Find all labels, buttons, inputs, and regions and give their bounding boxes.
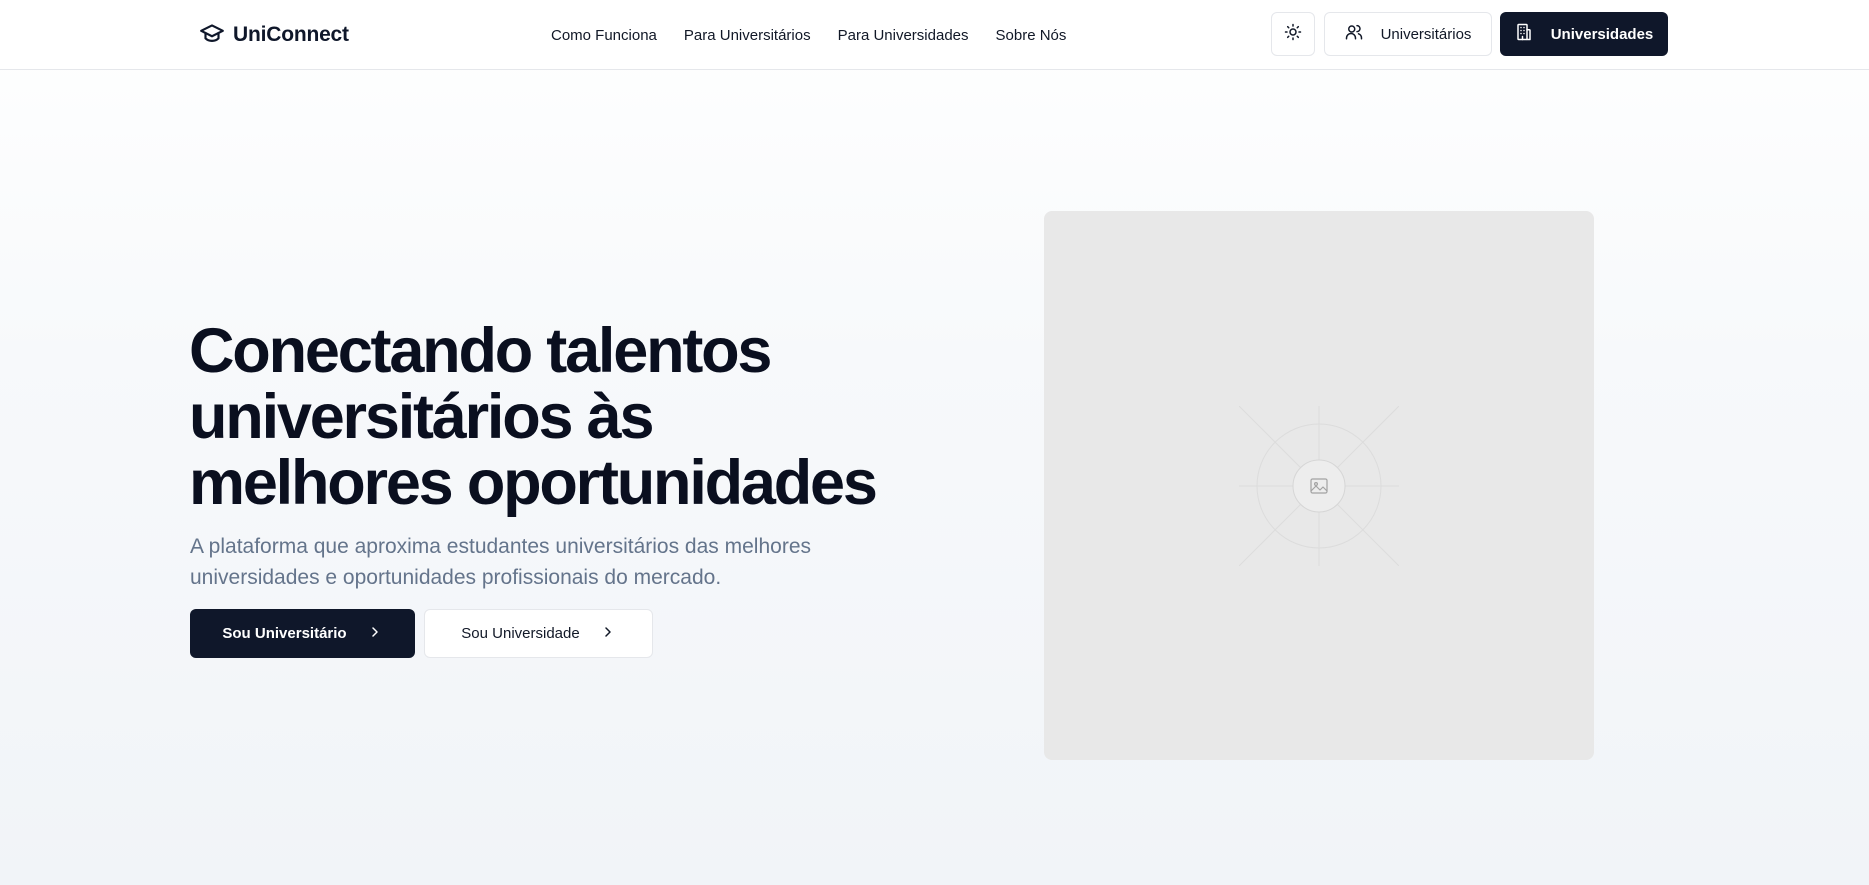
nav-para-universitarios[interactable]: Para Universitários xyxy=(684,27,811,44)
site-header: UniConnect Como Funciona Para Universitá… xyxy=(0,0,1869,70)
universities-login-label: Universidades xyxy=(1550,25,1654,43)
universities-login-button[interactable]: Universidades xyxy=(1500,12,1668,56)
users-icon xyxy=(1345,23,1363,45)
main-nav: Como Funciona Para Universitários Para U… xyxy=(551,22,1066,48)
hero-title-line-2: universitários às xyxy=(189,382,655,452)
hero-title-line-1: Conectando talentos xyxy=(189,316,772,386)
hero-image-placeholder xyxy=(1044,211,1594,760)
hero-title-line-3: melhores oportunidades xyxy=(189,448,878,518)
chevron-right-icon xyxy=(367,624,383,644)
hero-title: Conectando talentos universitários às me… xyxy=(189,318,909,516)
graduation-cap-icon xyxy=(199,20,225,51)
chevron-right-icon xyxy=(600,624,616,644)
students-login-label: Universitários xyxy=(1380,25,1472,43)
image-icon xyxy=(1239,406,1399,566)
logo[interactable]: UniConnect xyxy=(199,20,349,50)
nav-sobre-nos[interactable]: Sobre Nós xyxy=(996,27,1067,44)
hero-subtitle: A plataforma que aproxima estudantes uni… xyxy=(190,535,811,589)
sun-icon xyxy=(1284,23,1302,46)
sou-universitario-button[interactable]: Sou Universitário xyxy=(190,609,415,658)
sou-universidade-button[interactable]: Sou Universidade xyxy=(424,609,653,658)
nav-para-universidades[interactable]: Para Universidades xyxy=(838,27,969,44)
sou-universitario-label: Sou Universitário xyxy=(222,625,347,642)
theme-toggle-button[interactable] xyxy=(1271,12,1315,56)
building-icon xyxy=(1515,23,1533,45)
students-login-button[interactable]: Universitários xyxy=(1324,12,1492,56)
nav-como-funciona[interactable]: Como Funciona xyxy=(551,27,657,44)
logo-text: UniConnect xyxy=(233,23,349,46)
sou-universidade-label: Sou Universidade xyxy=(461,625,580,642)
